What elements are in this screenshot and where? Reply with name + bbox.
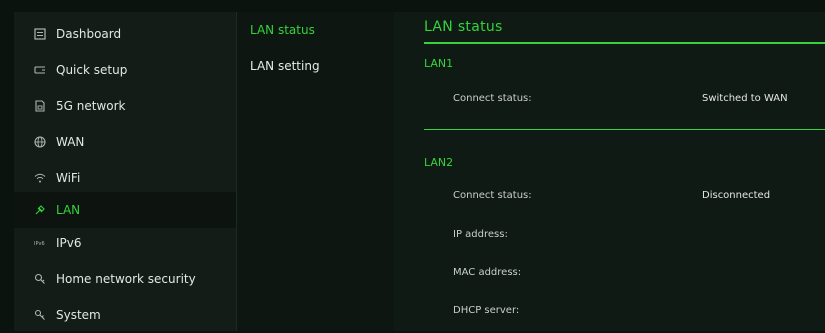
globe-icon [33, 135, 47, 149]
dashboard-icon [33, 27, 47, 41]
sidebar-item-label: System [56, 308, 101, 322]
quick-setup-icon [33, 63, 47, 77]
system-icon [33, 308, 47, 322]
sidebar-item-home-network-security[interactable]: Home network security [14, 261, 236, 297]
section-divider [424, 129, 825, 130]
sim-card-icon [33, 99, 47, 113]
sidebar-item-wan[interactable]: WAN [14, 124, 236, 160]
sidebar-item-wifi[interactable]: WiFi [14, 160, 236, 196]
sidebar-item-lan[interactable]: LAN [14, 192, 236, 228]
lan-submenu: LAN status LAN setting [236, 12, 395, 331]
sidebar-item-quick-setup[interactable]: Quick setup [14, 52, 236, 88]
sidebar-item-system[interactable]: System [14, 297, 236, 333]
main-content: LAN status LAN1 Connect status: Switched… [394, 12, 825, 331]
sidebar-item-dashboard[interactable]: Dashboard [14, 16, 236, 52]
sidebar-item-label: Quick setup [56, 63, 128, 77]
sidebar-item-label: Home network security [56, 272, 196, 286]
sidebar-item-label: 5G network [56, 99, 126, 113]
lan2-dhcp-server-label: DHCP server: [453, 305, 520, 316]
lan2-connect-status-label: Connect status: [453, 190, 532, 201]
lan1-section-title: LAN1 [424, 57, 454, 70]
router-admin-app: Dashboard Quick setup 5G network WAN WiF… [0, 0, 825, 331]
svg-text:IPv6: IPv6 [34, 241, 45, 247]
lan2-mac-address-label: MAC address: [453, 267, 522, 278]
sidebar-item-label: WiFi [56, 171, 81, 185]
sidebar-item-label: Dashboard [56, 27, 122, 41]
sidebar-item-label: WAN [56, 135, 85, 149]
lan1-connect-status-label: Connect status: [453, 93, 532, 104]
sidebar-item-5g-network[interactable]: 5G network [14, 88, 236, 124]
sidebar-item-label: LAN [56, 203, 81, 217]
lan1-connect-status-value: Switched to WAN [702, 93, 788, 104]
submenu-item-lan-setting[interactable]: LAN setting [250, 59, 320, 73]
sidebar-item-ipv6[interactable]: IPv6 IPv6 [14, 225, 236, 261]
title-divider [424, 42, 825, 44]
sidebar-item-label: IPv6 [56, 236, 82, 250]
submenu-item-lan-status[interactable]: LAN status [250, 23, 315, 37]
security-icon [33, 272, 47, 286]
sidebar: Dashboard Quick setup 5G network WAN WiF… [14, 12, 236, 331]
ipv6-icon: IPv6 [33, 236, 47, 250]
lan2-section-title: LAN2 [424, 156, 454, 169]
lan2-connect-status-value: Disconnected [702, 190, 771, 201]
page-title: LAN status [424, 19, 503, 35]
lan-icon [33, 203, 47, 217]
lan2-ip-address-label: IP address: [453, 229, 508, 240]
wifi-icon [33, 171, 47, 185]
